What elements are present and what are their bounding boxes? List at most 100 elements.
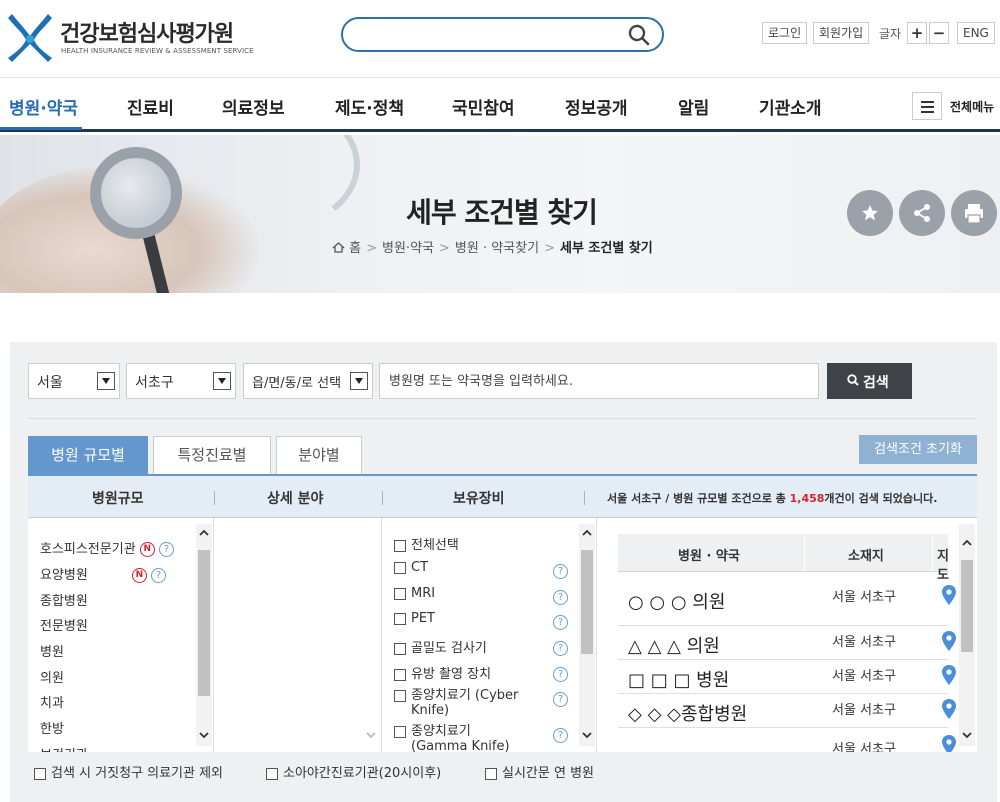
login-button[interactable]: 로그인: [762, 22, 808, 44]
detail-scrollbar[interactable]: [363, 524, 379, 746]
map-pin-icon[interactable]: [940, 698, 958, 720]
site-search-input[interactable]: [359, 24, 619, 46]
checkbox[interactable]: [394, 689, 406, 702]
site-logo[interactable]: 건강보험심사평가원 HEALTH INSURANCE REVIEW & ASSE…: [6, 10, 254, 62]
checkbox[interactable]: [34, 767, 46, 780]
result-name[interactable]: △ △ △ 의원: [628, 632, 720, 658]
checkbox[interactable]: [394, 668, 406, 681]
nav-item-policy[interactable]: 제도·정책: [335, 94, 404, 119]
result-name[interactable]: ○ ○ ○ 의원: [628, 588, 725, 614]
map-pin-icon[interactable]: [940, 630, 958, 652]
list-item[interactable]: 호스피스전문기관 N ?: [40, 538, 174, 557]
list-item[interactable]: 의원: [40, 667, 64, 686]
search-icon[interactable]: [628, 24, 650, 46]
breadcrumb-home[interactable]: 홈: [349, 241, 361, 256]
checkbox[interactable]: [485, 767, 497, 780]
help-icon[interactable]: ?: [150, 568, 166, 583]
checkbox[interactable]: [394, 587, 406, 600]
checkbox[interactable]: [394, 642, 406, 655]
nav-item-medical-fee[interactable]: 진료비: [127, 94, 174, 119]
list-item[interactable]: 종합병원: [40, 590, 88, 609]
table-row[interactable]: 서울 서초구: [618, 728, 956, 752]
chevron-down-icon[interactable]: [582, 730, 592, 740]
checkbox[interactable]: [394, 725, 406, 738]
equipment-scrollbar[interactable]: [579, 524, 595, 746]
favorite-button[interactable]: [847, 190, 893, 236]
list-item[interactable]: 보건기관: [40, 744, 88, 752]
help-icon[interactable]: ?: [553, 728, 568, 743]
breadcrumb-item[interactable]: 병원·약국: [382, 241, 434, 256]
checkbox-item[interactable]: 종양치료기 (Gamma Knife): [394, 724, 510, 752]
checkbox-item[interactable]: 유방 촬영 장치: [394, 663, 491, 682]
font-increase-button[interactable]: +: [907, 22, 927, 44]
reset-conditions-button[interactable]: 검색조건 초기화: [859, 435, 977, 464]
signup-button[interactable]: 회원가입: [813, 22, 870, 44]
help-icon[interactable]: ?: [553, 564, 568, 579]
table-row[interactable]: ○ ○ ○ 의원 서울 서초구: [618, 572, 956, 626]
tab-specific-treatment[interactable]: 특정진료별: [153, 436, 271, 474]
tab-field[interactable]: 분야별: [276, 436, 362, 474]
nav-item-participation[interactable]: 국민참여: [452, 94, 515, 119]
map-pin-icon[interactable]: [940, 664, 958, 686]
checkbox-item[interactable]: MRI: [394, 586, 435, 601]
option-open-now[interactable]: 실시간문 연 병원: [485, 762, 594, 781]
share-button[interactable]: [899, 190, 945, 236]
checkbox[interactable]: [394, 539, 406, 552]
language-button[interactable]: ENG: [957, 22, 995, 44]
nav-item-hospital-pharmacy[interactable]: 병원·약국: [9, 94, 78, 119]
option-exclude-false-claims[interactable]: 검색 시 거짓청구 의료기관 제외: [34, 762, 223, 781]
chevron-down-icon[interactable]: [199, 730, 209, 740]
scrollbar-thumb[interactable]: [581, 550, 593, 654]
sigungu-select[interactable]: 서초구: [126, 363, 236, 399]
table-row[interactable]: ◇ ◇ ◇종합병원 서울 서초구: [618, 694, 956, 728]
checkbox-item[interactable]: CT: [394, 560, 428, 575]
nav-item-notice[interactable]: 알림: [678, 94, 709, 119]
table-row[interactable]: △ △ △ 의원 서울 서초구: [618, 626, 956, 660]
dong-select[interactable]: 읍/면/동/로 선택: [243, 363, 373, 399]
breadcrumb-item[interactable]: 병원 · 약국찾기: [455, 241, 539, 256]
option-night-pediatric[interactable]: 소아야간진료기관(20시이후): [266, 762, 441, 781]
keyword-input[interactable]: [389, 372, 809, 390]
checkbox[interactable]: [394, 561, 406, 574]
home-icon[interactable]: [332, 242, 345, 253]
chevron-up-icon[interactable]: [199, 528, 209, 538]
results-scrollbar[interactable]: [959, 524, 975, 746]
nav-item-medical-info[interactable]: 의료정보: [222, 94, 285, 119]
checkbox-item[interactable]: PET: [394, 611, 435, 626]
help-icon[interactable]: ?: [158, 542, 174, 557]
nav-item-disclosure[interactable]: 정보공개: [565, 94, 628, 119]
help-icon[interactable]: ?: [553, 692, 568, 707]
font-decrease-button[interactable]: −: [929, 22, 949, 44]
list-item[interactable]: 전문병원: [40, 615, 88, 634]
chevron-down-icon[interactable]: [366, 730, 376, 740]
list-item[interactable]: 병원: [40, 641, 64, 660]
search-button[interactable]: 검색: [827, 363, 912, 399]
list-item[interactable]: 한방: [40, 718, 64, 737]
checkbox-item[interactable]: 전체선택: [394, 534, 459, 553]
checkbox-item[interactable]: 종양치료기 (Cyber Knife): [394, 688, 518, 718]
sido-select[interactable]: 서울: [28, 363, 120, 399]
scrollbar-thumb[interactable]: [961, 560, 973, 652]
list-item[interactable]: 요양병원 N ?: [40, 564, 166, 583]
map-pin-icon[interactable]: [940, 584, 958, 606]
nav-item-about[interactable]: 기관소개: [759, 94, 822, 119]
all-menu-button[interactable]: 전체메뉴: [912, 92, 1000, 120]
help-icon[interactable]: ?: [553, 615, 568, 630]
chevron-up-icon[interactable]: [962, 538, 972, 548]
scrollbar-thumb[interactable]: [198, 550, 210, 696]
result-name[interactable]: ◇ ◇ ◇종합병원: [628, 700, 747, 726]
table-row[interactable]: □ □ □ 병원 서울 서초구: [618, 660, 956, 694]
help-icon[interactable]: ?: [553, 641, 568, 656]
help-icon[interactable]: ?: [553, 590, 568, 605]
tab-hospital-scale[interactable]: 병원 규모별: [28, 436, 148, 474]
chevron-up-icon[interactable]: [582, 528, 592, 538]
print-button[interactable]: [951, 190, 997, 236]
result-name[interactable]: □ □ □ 병원: [628, 666, 729, 692]
map-pin-icon[interactable]: [940, 734, 958, 752]
checkbox-item[interactable]: 골밀도 검사기: [394, 637, 487, 656]
scale-scrollbar[interactable]: [196, 524, 212, 746]
chevron-down-icon[interactable]: [962, 730, 972, 740]
list-item[interactable]: 치과: [40, 692, 64, 711]
checkbox[interactable]: [266, 767, 278, 780]
checkbox[interactable]: [394, 612, 406, 625]
